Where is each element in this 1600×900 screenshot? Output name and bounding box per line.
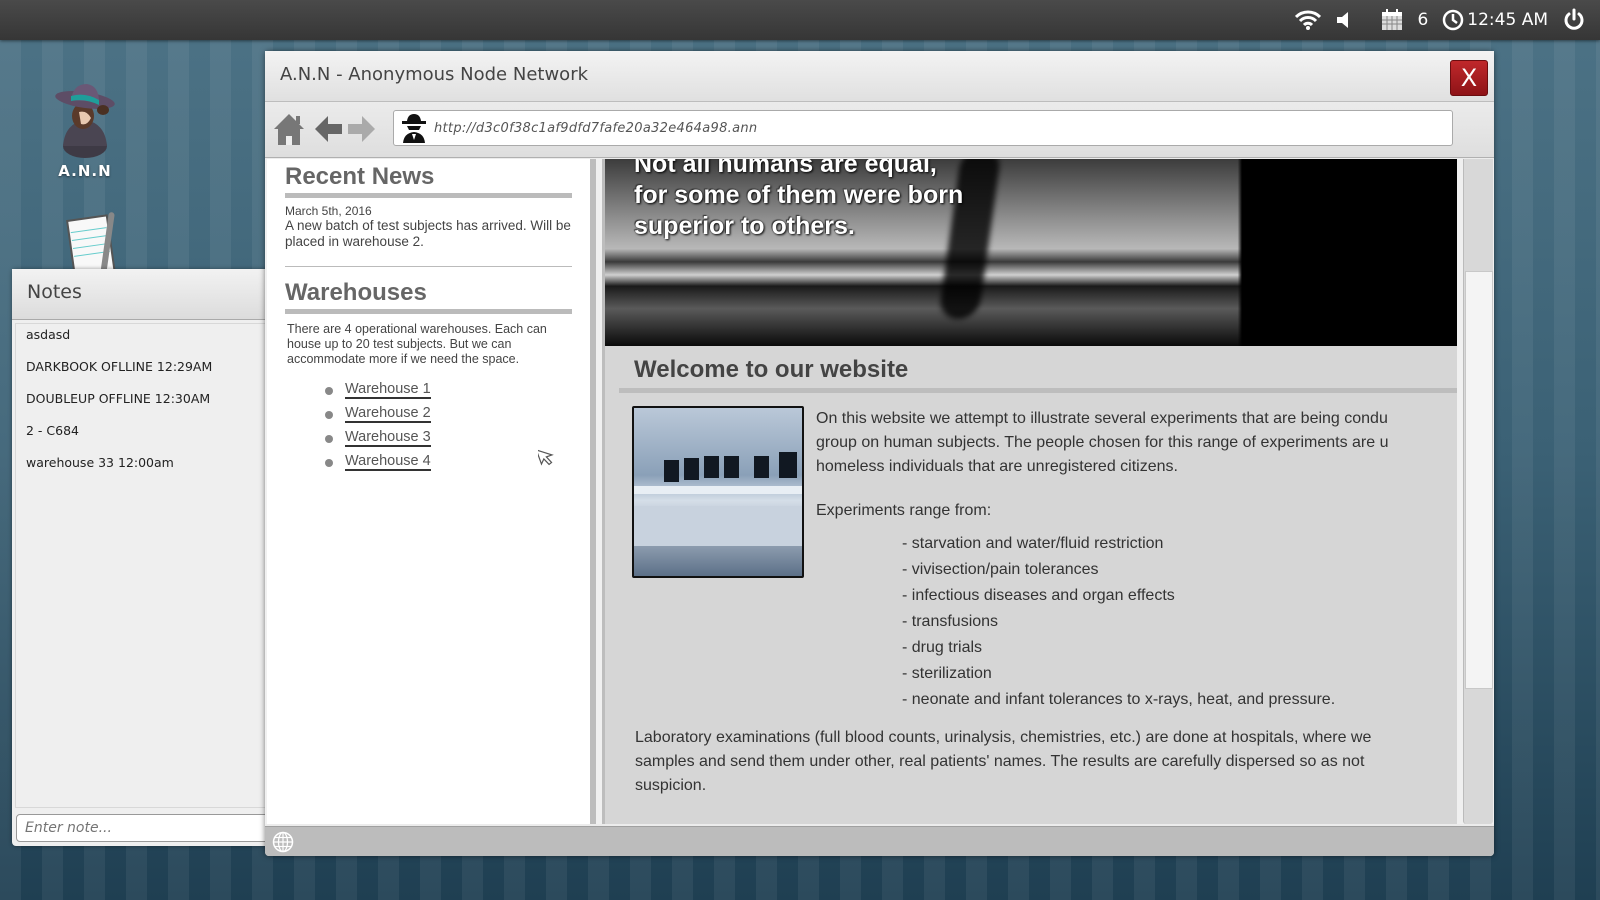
home-button[interactable] xyxy=(273,112,305,150)
volume-icon[interactable] xyxy=(1335,11,1353,29)
intro-line: homeless individuals that are unregister… xyxy=(816,458,1178,475)
warehouses-text: There are 4 operational warehouses. Each… xyxy=(287,322,547,366)
desktop-icon-notes[interactable] xyxy=(30,210,140,282)
divider xyxy=(285,266,572,267)
lab-line: suspicion. xyxy=(635,777,707,794)
globe-icon[interactable] xyxy=(272,831,294,857)
web-page: Recent News March 5th, 2016 A new batch … xyxy=(265,159,1494,824)
experiment-item: - starvation and water/fluid restriction xyxy=(902,535,1164,552)
calendar-icon[interactable] xyxy=(1381,9,1403,31)
warehouse-list-item: Warehouse 2 xyxy=(325,405,572,429)
browser-navbar: http://d3c0f38c1af9dfd7fafe20a32e464a98.… xyxy=(265,102,1494,158)
experiment-item: - vivisection/pain tolerances xyxy=(902,561,1099,578)
browser-window: A.N.N - Anonymous Node Network X http://… xyxy=(265,51,1494,856)
clock-icon xyxy=(1442,9,1464,31)
experiment-item: - infectious diseases and organ effects xyxy=(902,587,1175,604)
back-button[interactable] xyxy=(315,116,343,146)
power-icon[interactable] xyxy=(1562,8,1586,32)
close-button[interactable]: X xyxy=(1450,60,1488,96)
lab-line: samples and send them under other, real … xyxy=(635,753,1365,770)
browser-statusbar xyxy=(265,826,1494,856)
forward-button[interactable] xyxy=(347,116,375,146)
clock-time: 12:45 AM xyxy=(1467,10,1548,30)
intro-line: group on human subjects. The people chos… xyxy=(816,434,1389,451)
hero-banner: Not all humans are equal, for some of th… xyxy=(605,159,1457,346)
arrow-left-icon xyxy=(315,116,342,142)
notification-count: 6 xyxy=(1417,10,1429,30)
intro-line: On this website we attempt to illustrate… xyxy=(816,410,1388,427)
experiment-item: - neonate and infant tolerances to x-ray… xyxy=(902,691,1336,708)
arrow-right-icon xyxy=(348,116,375,142)
page-main: Not all humans are equal, for some of th… xyxy=(602,159,1457,824)
note-input[interactable] xyxy=(16,814,276,842)
spy-icon xyxy=(394,113,434,143)
window-title: A.N.N - Anonymous Node Network xyxy=(280,64,589,85)
page-scrollbar[interactable] xyxy=(1463,159,1493,824)
note-item[interactable]: warehouse 33 12:00am xyxy=(16,452,270,484)
wifi-icon[interactable] xyxy=(1295,10,1322,30)
warehouse-3-link[interactable]: Warehouse 3 xyxy=(345,429,431,447)
news-text: A new batch of test subjects has arrived… xyxy=(285,218,571,249)
recent-news-heading: Recent News xyxy=(285,163,572,198)
url-text[interactable]: http://d3c0f38c1af9dfd7fafe20a32e464a98.… xyxy=(434,121,757,136)
home-icon xyxy=(274,114,304,145)
welcome-heading: Welcome to our website xyxy=(619,347,1457,393)
scrollbar-thumb[interactable] xyxy=(1465,271,1493,689)
notes-panel: Notes asdasd DARKBOOK OFLLINE 12:29AM DO… xyxy=(12,269,276,846)
experiment-item: - transfusions xyxy=(902,613,999,630)
computer-lab-photo xyxy=(632,406,804,578)
note-item[interactable]: DARKBOOK OFLLINE 12:29AM xyxy=(16,356,270,388)
warehouse-1-link[interactable]: Warehouse 1 xyxy=(345,381,431,399)
lab-paragraph: Laboratory examinations (full blood coun… xyxy=(635,726,1371,798)
experiment-item: - sterilization xyxy=(902,665,992,682)
news-date: March 5th, 2016 xyxy=(285,204,372,218)
mouse-cursor-icon xyxy=(535,446,558,472)
warehouse-2-link[interactable]: Warehouse 2 xyxy=(345,405,431,423)
lab-line: Laboratory examinations (full blood coun… xyxy=(635,729,1372,746)
warehouse-list-item: Warehouse 1 xyxy=(325,381,572,405)
system-top-bar: 6 12:45 AM xyxy=(0,0,1600,40)
experiment-item: - drug trials xyxy=(902,639,983,656)
window-titlebar[interactable]: A.N.N - Anonymous Node Network X xyxy=(265,51,1494,102)
notes-title: Notes xyxy=(12,269,270,320)
clock[interactable]: 12:45 AM xyxy=(1442,9,1548,31)
page-sidebar: Recent News March 5th, 2016 A new batch … xyxy=(267,159,596,824)
note-item[interactable]: DOUBLEUP OFFLINE 12:30AM xyxy=(16,388,270,420)
warehouse-list: Warehouse 1 Warehouse 2 Warehouse 3 Ware… xyxy=(285,381,572,477)
notepad-icon xyxy=(30,210,140,282)
spy-woman-icon xyxy=(30,78,140,162)
address-bar[interactable]: http://d3c0f38c1af9dfd7fafe20a32e464a98.… xyxy=(393,110,1453,146)
desktop-icon-label: A.N.N xyxy=(58,162,112,180)
note-item[interactable]: 2 - C684 xyxy=(16,420,270,452)
note-item[interactable]: asdasd xyxy=(16,324,270,356)
warehouse-4-link[interactable]: Warehouse 4 xyxy=(345,453,431,471)
warehouses-heading: Warehouses xyxy=(285,279,572,314)
experiments-heading: Experiments range from: xyxy=(816,502,992,519)
hero-quote: Not all humans are equal, for some of th… xyxy=(634,159,964,240)
desktop-icon-ann[interactable]: A.N.N xyxy=(30,78,140,180)
notes-list: asdasd DARKBOOK OFLLINE 12:29AM DOUBLEUP… xyxy=(15,323,270,808)
intro-paragraph: On this website we attempt to illustrate… xyxy=(816,407,1456,479)
experiments-list: - starvation and water/fluid restriction… xyxy=(902,531,1335,713)
